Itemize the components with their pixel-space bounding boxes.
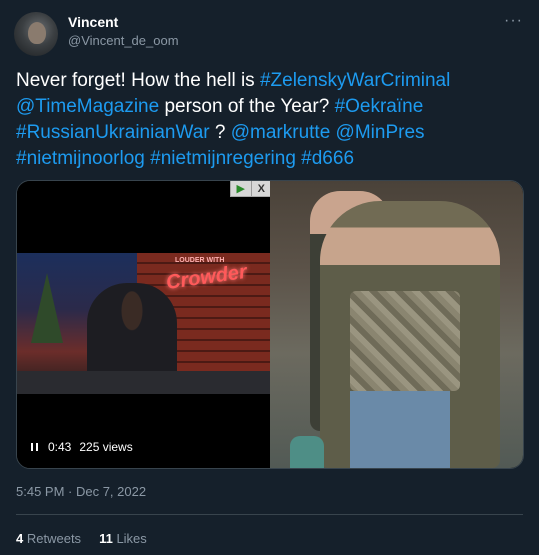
tweet-timestamp[interactable]: 5:45 PM · Dec 7, 2022 (16, 484, 146, 499)
divider (16, 514, 523, 515)
hashtag-link[interactable]: #RussianUkrainianWar (16, 122, 210, 143)
tweet-stats: 4 Retweets 11 Likes (16, 531, 147, 546)
desk (17, 371, 270, 394)
likes-label: Likes (116, 531, 147, 546)
photo-jeans (350, 391, 450, 468)
hashtag-link[interactable]: #ZelenskyWarCriminal (260, 70, 450, 91)
video-time: 0:43 (48, 440, 72, 454)
play-icon[interactable]: ▶ (231, 181, 252, 196)
mention-link[interactable]: @TimeMagazine (16, 96, 159, 117)
more-options-icon[interactable]: ··· (504, 12, 523, 30)
tweet-text-segment: ? (214, 122, 226, 143)
author-name[interactable]: Vincent (68, 14, 118, 30)
pause-icon[interactable] (31, 443, 38, 451)
retweets-stat[interactable]: 4 Retweets (16, 531, 81, 546)
hashtag-link[interactable]: #d666 (301, 148, 354, 169)
likes-count: 11 (99, 531, 113, 546)
retweets-count: 4 (16, 531, 24, 546)
ad-badge: ▶ X (230, 181, 272, 197)
close-icon[interactable]: X (252, 181, 272, 196)
christmas-tree (31, 273, 63, 343)
likes-stat[interactable]: 11 Likes (99, 531, 147, 546)
tweet-text-segment: person of the Year? (164, 96, 330, 117)
tweet-text-segment: Never forget! How the hell is (16, 70, 255, 91)
video-player[interactable]: ▶ X LOUDER WITH Crowder 0:43 225 views (17, 181, 272, 468)
mention-link[interactable]: @markrutte (231, 122, 331, 143)
hashtag-link[interactable]: #Oekraïne (335, 96, 424, 117)
photo-cylinder (290, 436, 324, 468)
tweet-photo[interactable] (270, 181, 523, 468)
retweets-label: Retweets (26, 531, 82, 546)
author-avatar[interactable] (14, 12, 58, 56)
tweet-media: ▶ X LOUDER WITH Crowder 0:43 225 views (16, 180, 524, 469)
hashtag-link[interactable]: #nietmijnoorlog (16, 148, 145, 169)
hashtag-link[interactable]: #nietmijnregering (150, 148, 296, 169)
neon-sign-small: LOUDER WITH (175, 257, 225, 264)
video-controls[interactable]: 0:43 225 views (31, 440, 133, 454)
author-handle[interactable]: @Vincent_de_oom (68, 33, 179, 48)
photo-vest (350, 291, 460, 391)
video-views: 225 views (79, 440, 133, 454)
mention-link[interactable]: @MinPres (336, 122, 425, 143)
video-thumbnail[interactable]: LOUDER WITH Crowder (17, 253, 270, 394)
tweet-text: Never forget! How the hell is #ZelenskyW… (16, 68, 521, 172)
